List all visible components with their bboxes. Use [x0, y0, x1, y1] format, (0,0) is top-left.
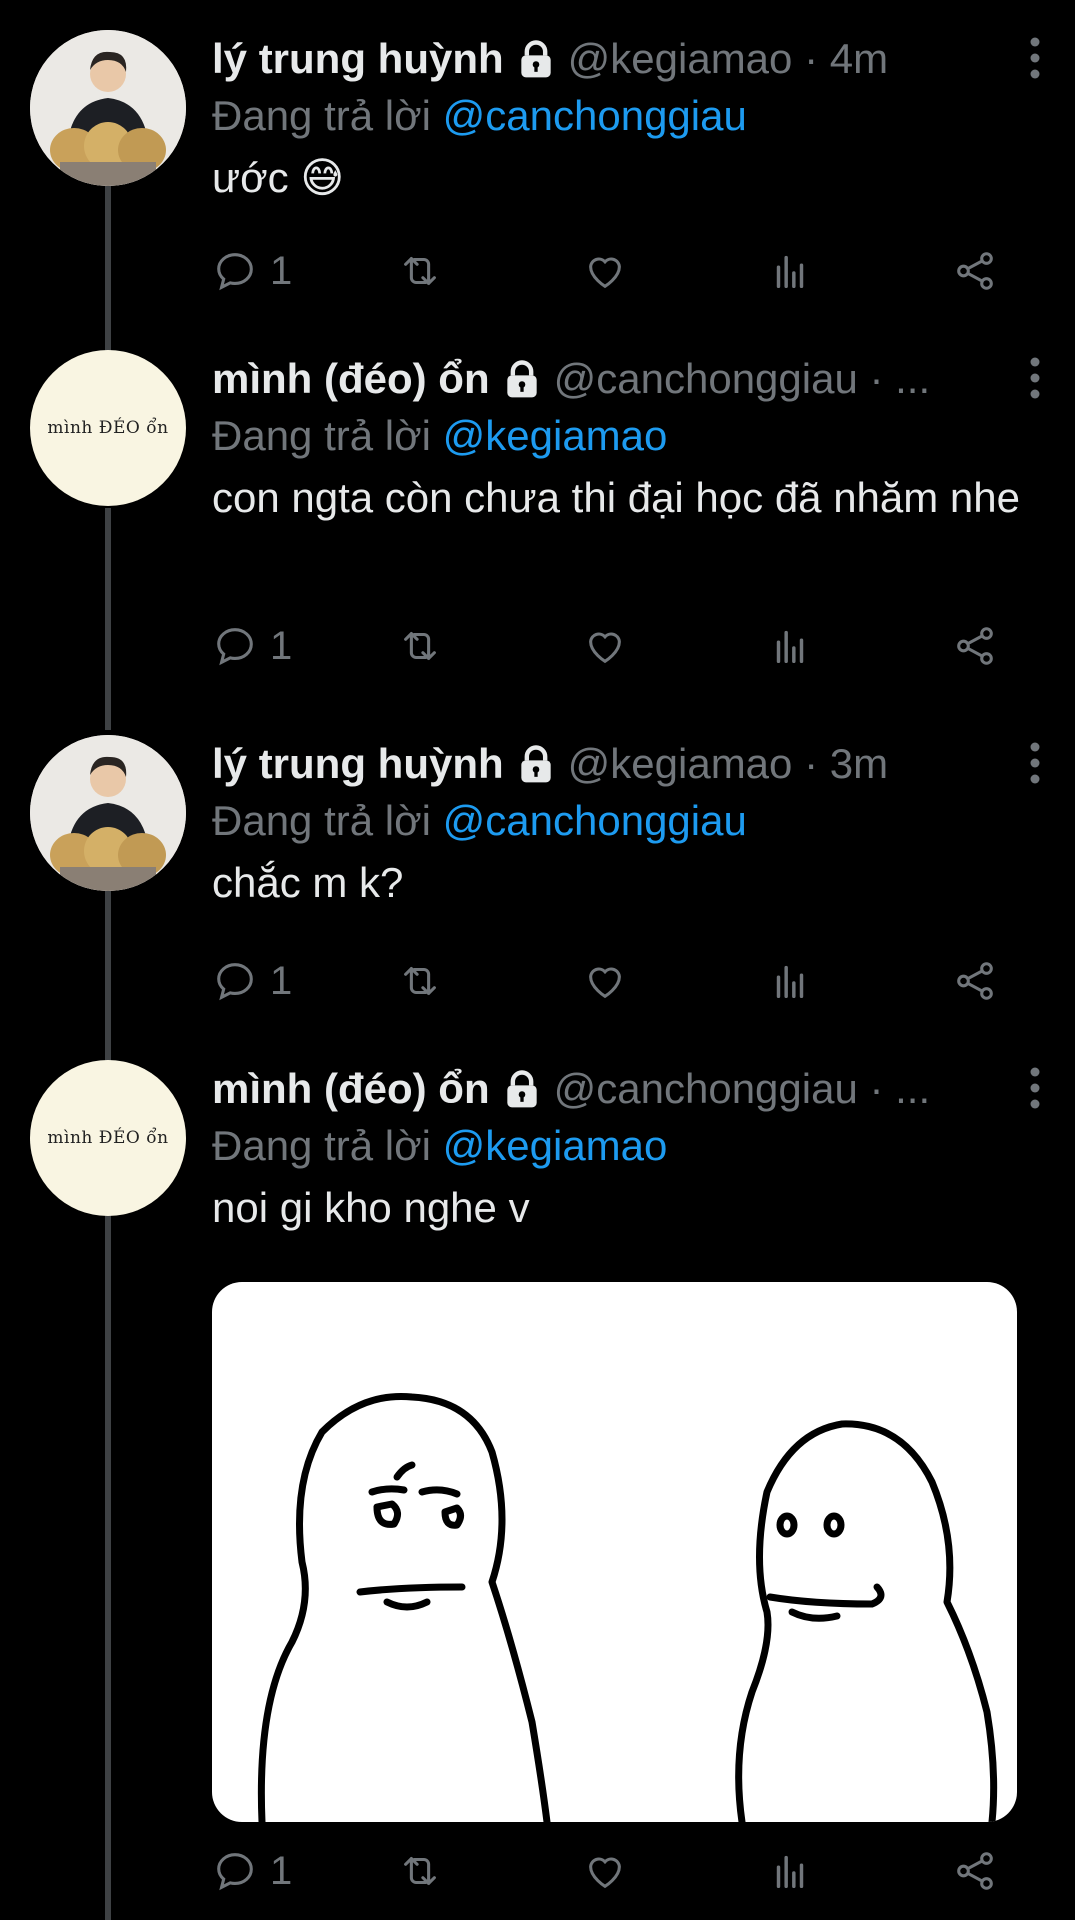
mention-link[interactable]: @kegiamao	[443, 412, 668, 459]
share-button[interactable]	[952, 620, 998, 672]
views-button[interactable]	[767, 955, 813, 1007]
retweet-icon	[404, 632, 436, 660]
replying-to: Đang trả lời @kegiamao	[212, 408, 1045, 464]
more-vertical-icon[interactable]	[1025, 741, 1045, 785]
analytics-icon	[776, 255, 804, 289]
thread-line	[105, 160, 111, 360]
avatar[interactable]: mình ĐÉO ổn	[30, 350, 186, 506]
lock-icon	[506, 1070, 537, 1108]
reply-icon	[217, 963, 253, 1001]
views-button[interactable]	[767, 1845, 813, 1897]
tweet-text: ước 😅	[212, 154, 345, 201]
share-icon	[957, 962, 993, 1000]
avatar[interactable]	[30, 735, 186, 891]
display-name[interactable]: lý trung huỳnh	[212, 30, 504, 88]
lock-icon	[520, 745, 551, 783]
avatar-text: mình ĐÉO ổn	[47, 418, 169, 438]
more-vertical-icon[interactable]	[1025, 36, 1045, 80]
replying-to: Đang trả lời @canchonggiau	[212, 88, 1045, 144]
more-vertical-icon[interactable]	[1025, 1066, 1045, 1110]
handle-timestamp[interactable]: @canchonggiau · ...	[554, 350, 931, 408]
reply-button[interactable]: 1	[212, 1845, 292, 1897]
retweet-button[interactable]	[397, 1845, 443, 1897]
replying-to-label: Đang trả lời	[212, 1122, 431, 1169]
views-button[interactable]	[767, 245, 813, 297]
handle-timestamp[interactable]: @canchonggiau · ...	[554, 1060, 931, 1118]
like-button[interactable]	[582, 620, 628, 672]
action-bar: 1	[212, 955, 1045, 1007]
tweet-text: noi gi kho nghe v	[212, 1184, 530, 1231]
reply-icon	[217, 628, 253, 666]
display-name[interactable]: mình (đéo) ổn	[212, 1060, 490, 1118]
share-icon	[957, 627, 993, 665]
mention-link[interactable]: @canchonggiau	[443, 797, 747, 844]
tweet-text: con ngta còn chưa thi đại học đã nhăm nh…	[212, 474, 1021, 521]
mention-link[interactable]: @kegiamao	[443, 1122, 668, 1169]
replying-to-label: Đang trả lời	[212, 92, 431, 139]
thread-line	[105, 508, 111, 730]
share-button[interactable]	[952, 245, 998, 297]
action-bar: 1	[212, 620, 1045, 672]
avatar-text: mình ĐÉO ổn	[47, 1128, 169, 1148]
share-icon	[957, 1852, 993, 1890]
retweet-button[interactable]	[397, 955, 443, 1007]
heart-icon	[589, 632, 621, 664]
retweet-icon	[404, 967, 436, 995]
retweet-icon	[404, 257, 436, 285]
replying-to-label: Đang trả lời	[212, 797, 431, 844]
analytics-icon	[776, 630, 804, 664]
retweet-button[interactable]	[397, 245, 443, 297]
reply-button[interactable]: 1	[212, 620, 292, 672]
lock-icon	[506, 360, 537, 398]
display-name[interactable]: mình (đéo) ổn	[212, 350, 490, 408]
reply-count: 1	[270, 1848, 293, 1893]
thread-line	[105, 884, 111, 1066]
reply-count: 1	[270, 958, 293, 1003]
reply-icon	[217, 253, 253, 291]
analytics-icon	[776, 965, 804, 999]
tweet-text: chắc m k?	[212, 859, 404, 906]
action-bar: 1	[212, 245, 1045, 297]
handle-timestamp[interactable]: @kegiamao · 4m	[568, 30, 888, 88]
like-button[interactable]	[582, 955, 628, 1007]
reply-button[interactable]: 1	[212, 955, 292, 1007]
share-button[interactable]	[952, 1845, 998, 1897]
meme-illustration	[257, 1392, 998, 1822]
like-button[interactable]	[582, 245, 628, 297]
share-button[interactable]	[952, 955, 998, 1007]
heart-icon	[589, 257, 621, 289]
heart-icon	[589, 1857, 621, 1889]
views-button[interactable]	[767, 620, 813, 672]
tweet-media-image[interactable]	[212, 1282, 1017, 1822]
lock-icon	[520, 40, 551, 78]
reply-count: 1	[270, 248, 293, 293]
analytics-icon	[776, 1855, 804, 1889]
mention-link[interactable]: @canchonggiau	[443, 92, 747, 139]
thread-line	[105, 1210, 111, 1920]
replying-to-label: Đang trả lời	[212, 412, 431, 459]
avatar[interactable]: mình ĐÉO ổn	[30, 1060, 186, 1216]
like-button[interactable]	[582, 1845, 628, 1897]
reply-button[interactable]: 1	[212, 245, 292, 297]
replying-to: Đang trả lời @kegiamao	[212, 1118, 1045, 1174]
handle-timestamp[interactable]: @kegiamao · 3m	[568, 735, 888, 793]
heart-icon	[589, 967, 621, 999]
retweet-icon	[404, 1857, 436, 1885]
reply-icon	[217, 1853, 253, 1891]
replying-to: Đang trả lời @canchonggiau	[212, 793, 1045, 849]
retweet-button[interactable]	[397, 620, 443, 672]
action-bar: 1	[212, 1845, 1045, 1897]
avatar[interactable]	[30, 30, 186, 186]
display-name[interactable]: lý trung huỳnh	[212, 735, 504, 793]
more-vertical-icon[interactable]	[1025, 356, 1045, 400]
share-icon	[957, 252, 993, 290]
reply-count: 1	[270, 623, 293, 668]
